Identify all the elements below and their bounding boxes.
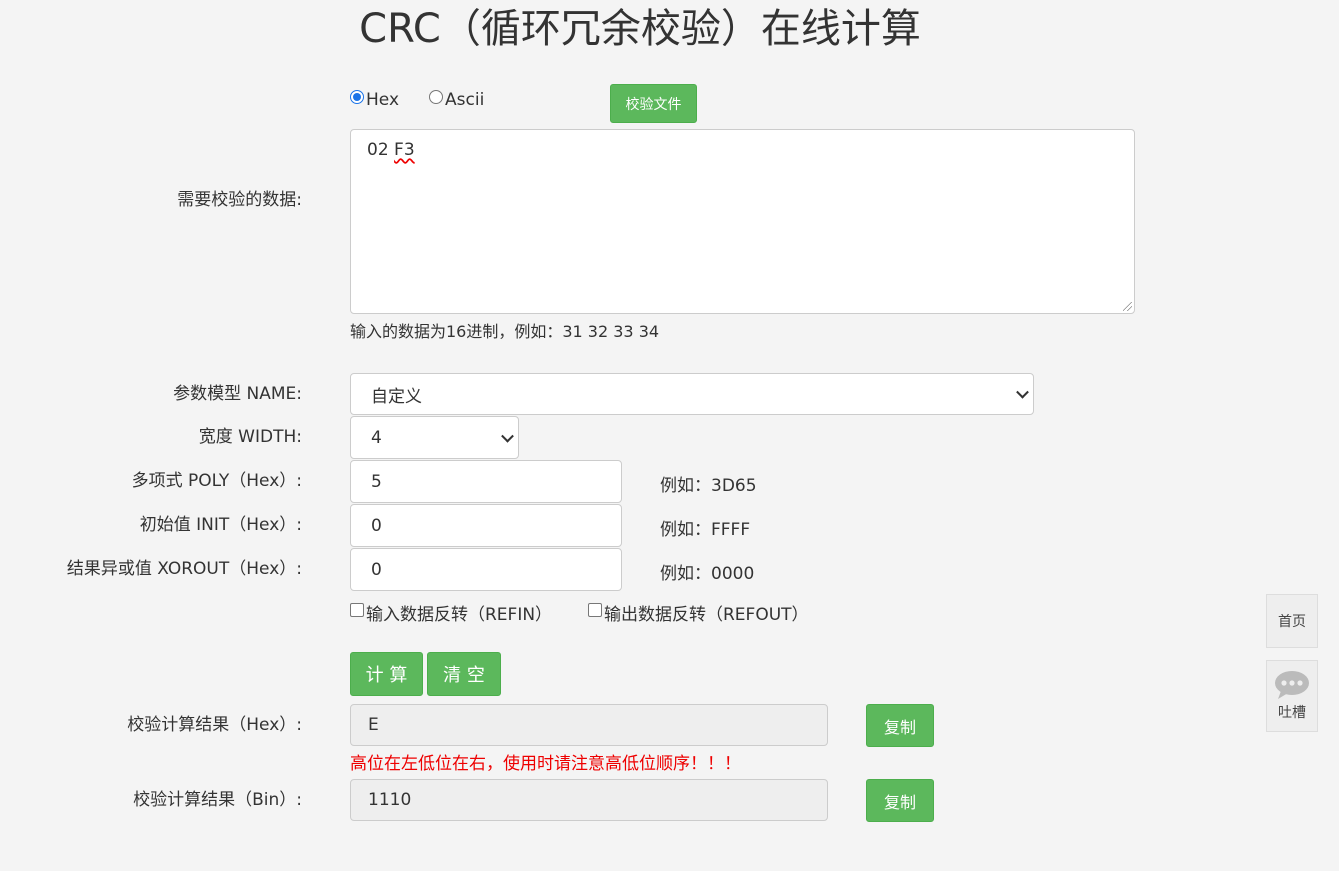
hex-result-field[interactable]: E xyxy=(350,704,828,746)
xorout-input[interactable]: 0 xyxy=(350,548,622,591)
ascii-radio-label[interactable]: Ascii xyxy=(445,90,484,110)
copy-hex-button[interactable]: 复制 xyxy=(866,704,934,747)
poly-input[interactable]: 5 xyxy=(350,460,622,503)
home-label: 首页 xyxy=(1278,614,1306,630)
refout-option[interactable]: 输出数据反转（REFOUT） xyxy=(588,600,809,625)
poly-input-value: 5 xyxy=(371,471,382,492)
input-mode-group: Hex Ascii xyxy=(350,90,484,110)
home-button[interactable]: 首页 xyxy=(1266,594,1318,648)
clear-button[interactable]: 清 空 xyxy=(427,652,501,696)
chat-bubble-icon xyxy=(1275,671,1309,699)
init-input-value: 0 xyxy=(371,515,382,536)
page-title: CRC（循环冗余校验）在线计算 xyxy=(359,6,921,52)
refout-label: 输出数据反转（REFOUT） xyxy=(604,605,809,625)
init-example: 例如：FFFF xyxy=(660,520,751,540)
copy-bin-button[interactable]: 复制 xyxy=(866,779,934,822)
feedback-button[interactable]: 吐槽 xyxy=(1266,660,1318,732)
refin-option[interactable]: 输入数据反转（REFIN） xyxy=(350,600,552,625)
resize-handle[interactable] xyxy=(1123,302,1132,311)
calculate-button[interactable]: 计 算 xyxy=(350,652,423,696)
bin-result-field[interactable]: 1110 xyxy=(350,779,828,821)
hex-result-label: 校验计算结果（Hex）: xyxy=(127,715,302,735)
data-input-textarea[interactable]: 02 F3 xyxy=(350,129,1135,314)
chevron-down-icon xyxy=(501,429,514,443)
poly-label: 多项式 POLY（Hex）: xyxy=(131,471,302,491)
bin-result-value: 1110 xyxy=(368,790,412,810)
refout-checkbox[interactable] xyxy=(588,603,602,617)
width-select-value: 4 xyxy=(371,427,382,448)
refin-checkbox[interactable] xyxy=(350,603,364,617)
hex-result-value: E xyxy=(368,715,379,735)
chevron-down-icon xyxy=(1016,385,1029,399)
data-input-value-prefix: 02 xyxy=(367,140,395,160)
hex-radio[interactable] xyxy=(350,90,364,104)
xorout-example: 例如：0000 xyxy=(660,564,755,584)
feedback-label: 吐槽 xyxy=(1278,705,1306,721)
width-select[interactable]: 4 xyxy=(350,416,519,459)
hex-radio-label[interactable]: Hex xyxy=(366,90,399,110)
xorout-input-value: 0 xyxy=(371,559,382,580)
check-file-button[interactable]: 校验文件 xyxy=(610,84,697,123)
data-input-label: 需要校验的数据: xyxy=(177,190,302,210)
model-label: 参数模型 NAME: xyxy=(173,384,302,404)
data-input-hint: 输入的数据为16进制，例如：31 32 33 34 xyxy=(350,322,660,341)
init-input[interactable]: 0 xyxy=(350,504,622,547)
width-label: 宽度 WIDTH: xyxy=(198,427,302,447)
xorout-label: 结果异或值 XOROUT（Hex）: xyxy=(66,559,302,579)
bin-result-label: 校验计算结果（Bin）: xyxy=(133,790,302,810)
init-label: 初始值 INIT（Hex）: xyxy=(139,515,302,535)
model-select[interactable]: 自定义 xyxy=(350,373,1034,415)
ascii-radio[interactable] xyxy=(429,90,444,104)
model-select-value: 自定义 xyxy=(371,386,422,407)
bit-order-warning: 高位在左低位在右，使用时请注意高低位顺序！！！ xyxy=(350,754,741,774)
refin-label: 输入数据反转（REFIN） xyxy=(366,605,553,625)
poly-example: 例如：3D65 xyxy=(660,476,757,496)
data-input-value-misspelled: F3 xyxy=(394,140,415,160)
